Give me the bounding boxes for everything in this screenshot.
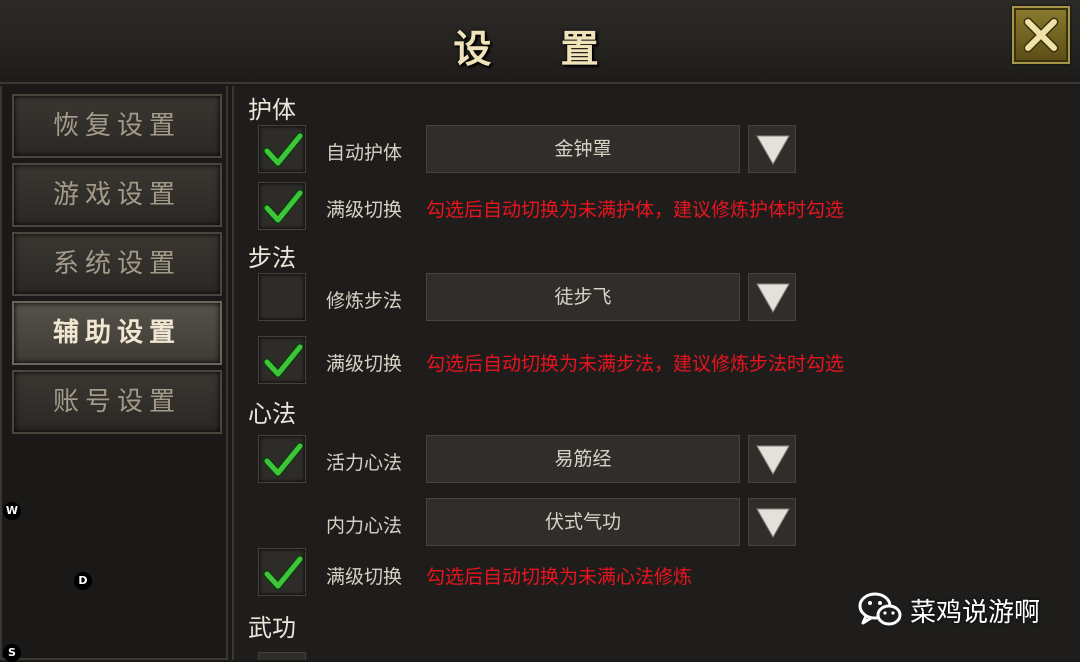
- key-marker-d: D: [74, 572, 92, 590]
- close-button[interactable]: [1012, 6, 1070, 64]
- triangle-down-icon: [756, 508, 790, 539]
- inner-xin-fa-dropdown-button[interactable]: [748, 498, 796, 546]
- auto-hu-ti-label: 自动护体: [326, 142, 403, 164]
- vitality-xin-fa-label: 活力心法: [326, 452, 403, 474]
- window-title: 设 置: [453, 26, 627, 71]
- hu-ti-select[interactable]: 金钟罩: [426, 125, 740, 173]
- close-x-icon: [1023, 17, 1059, 53]
- hu-ti-max-switch-checkbox[interactable]: [258, 182, 306, 230]
- triangle-down-icon: [756, 445, 790, 476]
- key-marker-w: W: [3, 502, 21, 520]
- assist-settings-panel: 护体 自动护体 金钟罩 满级切换 勾选后自动切换为未满护体，建议修炼护体时勾选 …: [232, 86, 1080, 660]
- watermark-text: 菜鸡说游啊: [910, 597, 1041, 628]
- sidebar-item-game-settings[interactable]: 游戏设置: [12, 163, 222, 227]
- key-marker-s: S: [3, 644, 21, 662]
- settings-sidebar: 恢复设置 游戏设置 系统设置 辅助设置 账号设置: [0, 86, 228, 660]
- vitality-xin-fa-select[interactable]: 易筋经: [426, 435, 740, 483]
- sidebar-item-account-settings[interactable]: 账号设置: [12, 370, 222, 434]
- inner-xin-fa-select[interactable]: 伏式气功: [426, 498, 740, 546]
- section-title-wu-gong: 武功: [248, 614, 296, 642]
- train-bu-fa-checkbox[interactable]: [258, 273, 306, 321]
- checkmark-icon: [263, 132, 303, 167]
- sidebar-item-assist-settings[interactable]: 辅助设置: [12, 301, 222, 365]
- hu-ti-dropdown-button[interactable]: [748, 125, 796, 173]
- section-title-bu-fa: 步法: [248, 244, 296, 272]
- train-bu-fa-label: 修炼步法: [326, 290, 403, 312]
- triangle-down-icon: [756, 135, 790, 166]
- bu-fa-select[interactable]: 徒步飞: [426, 273, 740, 321]
- auto-hu-ti-checkbox[interactable]: [258, 125, 306, 173]
- section-title-hu-ti: 护体: [248, 96, 296, 124]
- bu-fa-dropdown-button[interactable]: [748, 273, 796, 321]
- bu-fa-switch-hint: 勾选后自动切换为未满步法，建议修炼步法时勾选: [426, 353, 845, 375]
- watermark: 菜鸡说游啊: [858, 590, 1040, 630]
- section-title-xin-fa: 心法: [248, 400, 296, 428]
- checkmark-icon: [263, 442, 303, 477]
- checkmark-icon: [263, 555, 303, 590]
- inner-xin-fa-label: 内力心法: [326, 515, 403, 537]
- xin-fa-max-switch-checkbox[interactable]: [258, 548, 306, 596]
- checkmark-icon: [263, 343, 303, 378]
- title-bar: 设 置: [0, 0, 1080, 84]
- checkmark-icon: [263, 189, 303, 224]
- wechat-icon: [858, 592, 902, 628]
- hu-ti-max-switch-label: 满级切换: [326, 199, 403, 221]
- sidebar-item-restore-settings[interactable]: 恢复设置: [12, 94, 222, 158]
- vitality-xin-fa-checkbox[interactable]: [258, 435, 306, 483]
- vitality-xin-fa-dropdown-button[interactable]: [748, 435, 796, 483]
- bu-fa-max-switch-checkbox[interactable]: [258, 336, 306, 384]
- hu-ti-switch-hint: 勾选后自动切换为未满护体，建议修炼护体时勾选: [426, 199, 845, 221]
- bu-fa-max-switch-label: 满级切换: [326, 353, 403, 375]
- wu-gong-checkbox[interactable]: [258, 652, 306, 660]
- triangle-down-icon: [756, 283, 790, 314]
- sidebar-item-system-settings[interactable]: 系统设置: [12, 232, 222, 296]
- xin-fa-max-switch-label: 满级切换: [326, 566, 403, 588]
- xin-fa-switch-hint: 勾选后自动切换为未满心法修炼: [426, 566, 693, 588]
